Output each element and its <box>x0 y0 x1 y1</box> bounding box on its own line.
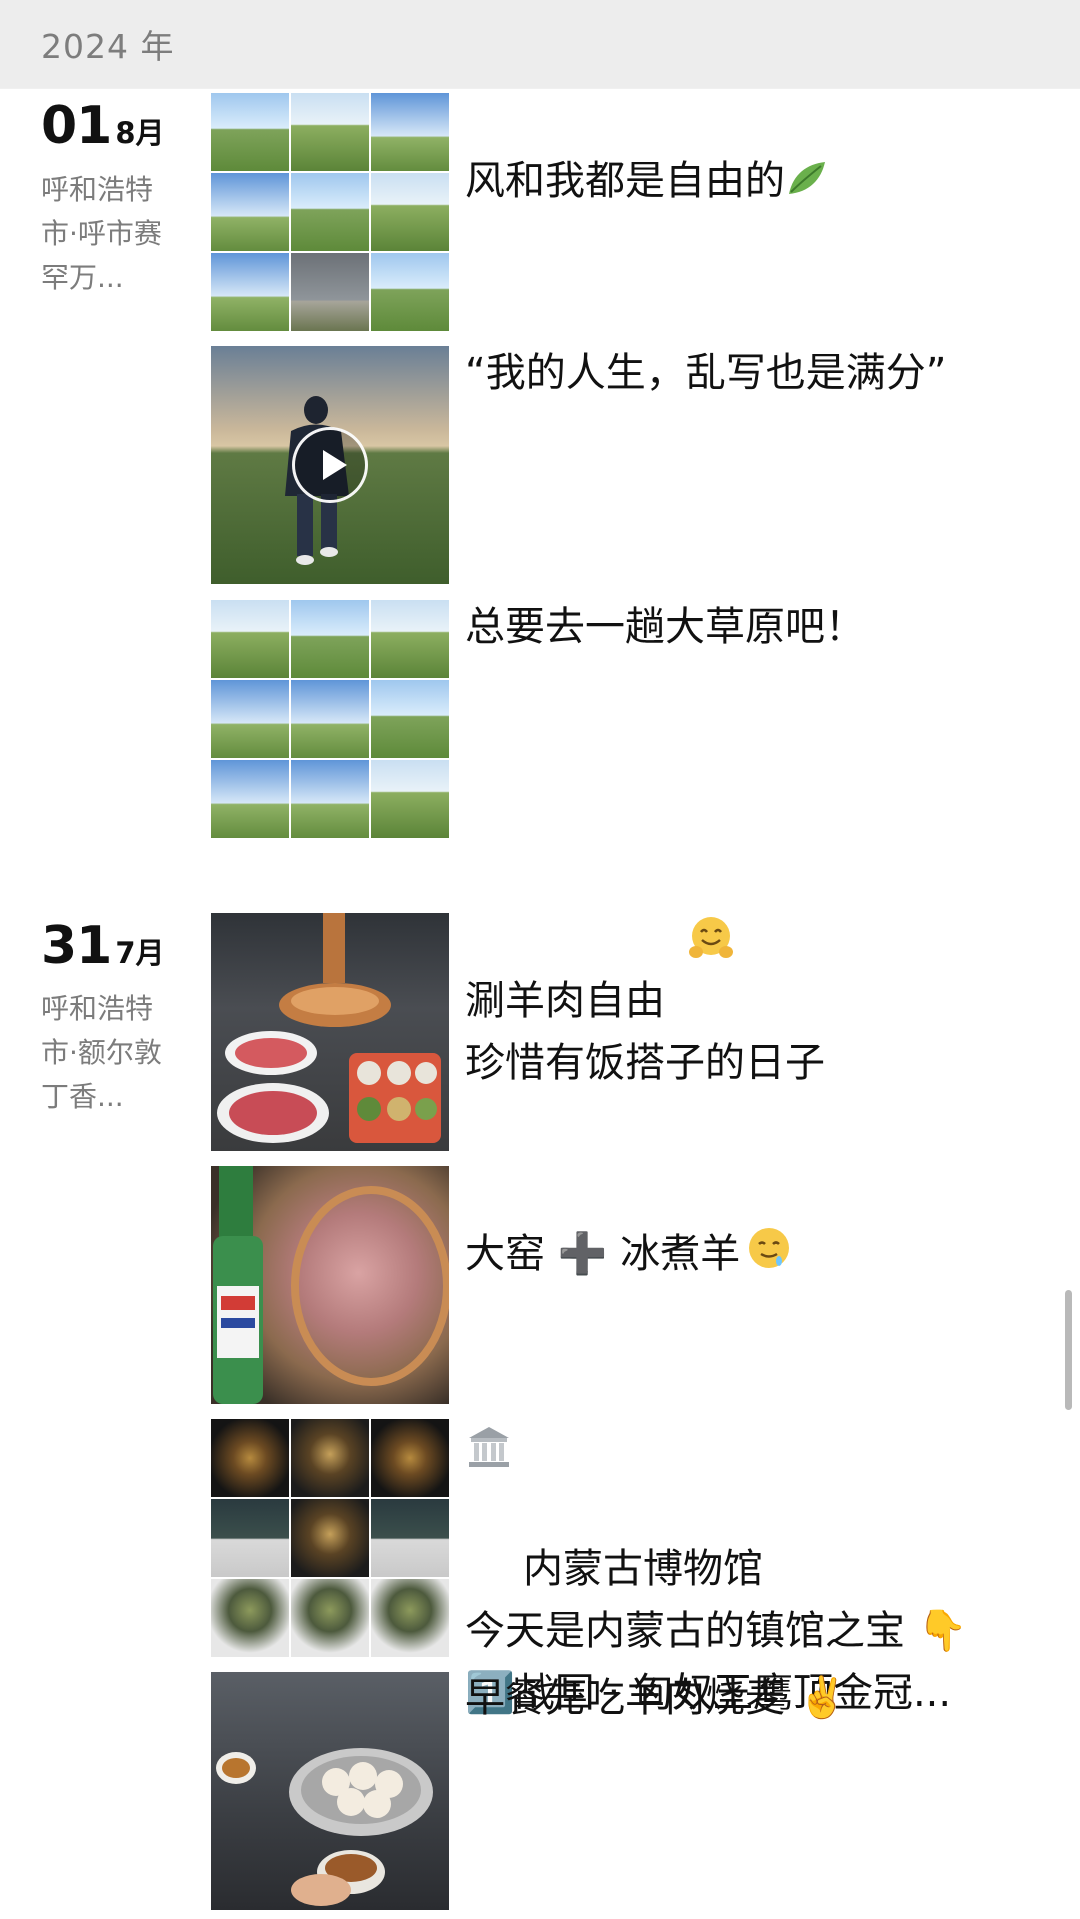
classical-building-icon <box>465 1424 513 1488</box>
wind-turbine-photo <box>371 760 449 838</box>
grassland-photo <box>371 680 449 758</box>
date-day: 31 <box>41 916 112 976</box>
date-month: 7月 <box>115 936 165 970</box>
photo-thumbnail[interactable] <box>211 1166 449 1404</box>
post-date: 01 8月 <box>41 96 165 156</box>
statue-photo <box>371 1419 449 1497</box>
post-caption[interactable]: 大窑 ➕ 冰煮羊 <box>465 1161 1025 1289</box>
grassland-photo <box>291 93 369 171</box>
photo-thumbnail[interactable] <box>211 913 449 1151</box>
post-caption[interactable]: 总要去一趟大草原吧！ <box>465 596 1025 658</box>
caption-text: 大窑 ➕ 冰煮羊 <box>465 1231 741 1277</box>
grassland-photo <box>211 93 289 171</box>
post-caption[interactable]: “我的人生，乱写也是满分” <box>465 342 1025 404</box>
artifact-photo <box>211 1499 289 1577</box>
grassland-photo <box>291 600 369 678</box>
date-day: 01 <box>41 96 112 156</box>
post-location: 呼和浩特市·额尔敦丁香... <box>41 992 162 1113</box>
grassland-photo <box>211 253 289 331</box>
scrollbar[interactable] <box>1065 1290 1072 1410</box>
cattle-photo <box>371 253 449 331</box>
photo-thumbnail[interactable] <box>211 1672 449 1910</box>
post-caption[interactable]: 内蒙古博物馆 今天是内蒙古的镇馆之宝 👇 1️⃣战国 · 匈奴王鹰顶金冠... <box>465 1414 1025 1786</box>
photo-grid-thumbnail[interactable] <box>211 1419 449 1657</box>
grassland-photo <box>211 680 289 758</box>
caption-text: 风和我都是自由的 <box>465 158 785 204</box>
post-date: 31 7月 <box>41 916 165 976</box>
post-caption[interactable]: 早餐先吃羊肉烧麦 ✌️ <box>465 1667 1025 1729</box>
grassland-photo <box>371 600 449 678</box>
artifact-photo <box>371 1579 449 1657</box>
video-thumbnail[interactable] <box>211 346 449 584</box>
artifact-photo <box>211 1419 289 1497</box>
photo-grid-thumbnail[interactable] <box>211 600 449 838</box>
hugging-face-icon <box>687 914 735 980</box>
year-label: 2024 年 <box>41 27 175 66</box>
leaf-icon <box>785 154 829 216</box>
valley-photo <box>291 173 369 251</box>
soda-bottle-and-lamb-pot-photo <box>213 1166 449 1404</box>
grassland-photo <box>371 173 449 251</box>
drooling-face-icon <box>746 1225 792 1289</box>
wind-turbine-photo <box>291 760 369 838</box>
year-header: 2024 年 <box>0 0 1080 88</box>
wind-turbine-photo <box>211 760 289 838</box>
post-caption[interactable]: 涮羊肉自由 珍惜有饭搭子的日子 <box>465 908 1025 1156</box>
date-month: 8月 <box>115 116 165 150</box>
grassland-photo <box>211 173 289 251</box>
person-on-grassland-photo <box>291 680 369 758</box>
grassland-photo <box>211 600 289 678</box>
artifact-photo <box>371 1499 449 1577</box>
artifact-photo <box>211 1579 289 1657</box>
artifact-photo <box>291 1499 369 1577</box>
photo-grid-thumbnail[interactable] <box>211 93 449 331</box>
wind-turbine-photo <box>371 93 449 171</box>
artifact-photo <box>291 1579 369 1657</box>
post-caption[interactable]: 风和我都是自由的 <box>465 88 1025 216</box>
post-location: 呼和浩特市·呼市赛罕万... <box>41 173 162 294</box>
caption-text: 涮羊肉自由 珍惜有饭搭子的日子 <box>465 978 825 1086</box>
golden-mask-photo <box>291 1419 369 1497</box>
hotpot-photo <box>217 913 441 1143</box>
shaomai-breakfast-photo <box>216 1748 433 1906</box>
yurt-photo <box>291 253 369 331</box>
play-icon[interactable] <box>292 427 368 503</box>
